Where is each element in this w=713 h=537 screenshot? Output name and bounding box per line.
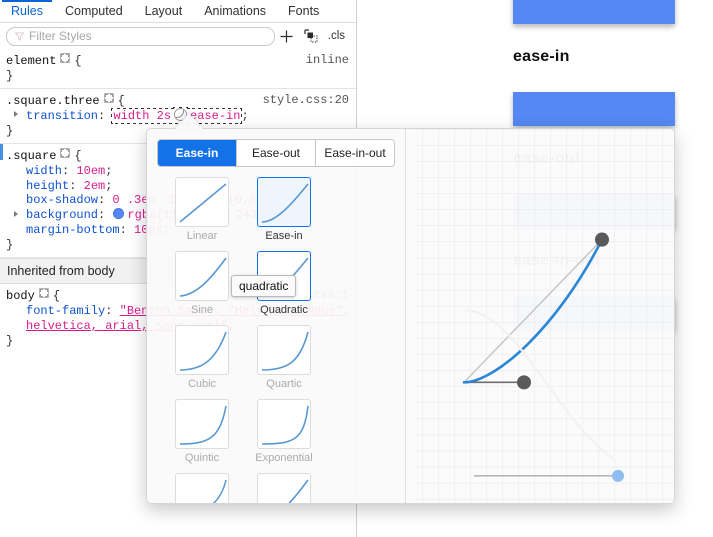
devtools-tab-layout[interactable]: Layout — [134, 0, 194, 22]
property-value[interactable]: 10em — [76, 164, 105, 178]
easing-segment-tabs: Ease-in Ease-out Ease-in-out — [157, 139, 395, 167]
cls-button[interactable]: .cls — [323, 30, 350, 42]
funnel-icon — [15, 31, 24, 41]
easing-preset-thumbnail — [175, 473, 229, 503]
devtools-tab-computed[interactable]: Computed — [54, 0, 134, 22]
easing-preset-thumbnail — [175, 251, 229, 301]
filter-styles-input[interactable]: Filter Styles — [6, 26, 275, 46]
easing-preset-linear[interactable]: Linear — [161, 177, 243, 242]
easing-preset-pane: Ease-in Ease-out Ease-in-out Linear Ease-in… — [147, 129, 405, 503]
color-swatch-icon[interactable] — [113, 208, 125, 220]
cubic-bezier-popup: Ease-in Ease-out Ease-in-out Linear Ease-in… — [146, 128, 675, 504]
bezier-curve-editor[interactable] — [405, 129, 674, 503]
bezier-control-point-2 — [595, 232, 609, 247]
easing-preset-circular[interactable]: Circular — [161, 473, 243, 503]
easing-preset-backward[interactable]: Backward — [243, 473, 325, 503]
filter-styles-placeholder: Filter Styles — [29, 29, 92, 43]
rule-active-marker — [0, 143, 3, 160]
devtools-tab-rules[interactable]: Rules — [0, 0, 54, 22]
rule-close-brace: } — [6, 68, 14, 83]
easing-preset-label: Cubic — [187, 378, 217, 390]
easing-preset-thumbnail — [257, 399, 311, 449]
property-name[interactable]: background — [26, 208, 98, 222]
css-rule-element: inline element{ } — [0, 49, 356, 89]
bezier-curve-canvas[interactable] — [406, 129, 674, 503]
easing-tooltip: quadratic — [231, 275, 297, 297]
property-name[interactable]: height — [26, 179, 69, 193]
easing-preset-thumbnail — [257, 177, 311, 227]
easing-preset-label: Quadratic — [260, 304, 308, 316]
easing-preset-label: Linear — [186, 230, 218, 242]
easing-segment-ease-out[interactable]: Ease-out — [237, 140, 316, 166]
easing-preset-thumbnail — [175, 325, 229, 375]
easing-preset-thumbnail — [175, 177, 229, 227]
property-name[interactable]: transition — [26, 109, 98, 123]
element-picker-icon[interactable] — [299, 25, 323, 47]
popup-pointer-arrow — [175, 113, 203, 129]
easing-preset-thumbnail — [257, 473, 311, 503]
easing-preset-grid: Linear Ease-in Sine Quadratic Cubic Quartic Qu… — [147, 177, 405, 503]
easing-preset-quartic[interactable]: Quartic — [243, 325, 325, 390]
easing-preset-label: Exponential — [255, 452, 313, 464]
property-name[interactable]: margin-bottom — [26, 223, 120, 237]
easing-preset-cubic[interactable]: Cubic — [161, 325, 243, 390]
devtools-tab-strip: Rules Computed Layout Animations Fonts — [0, 0, 356, 23]
easing-preset-label: Sine — [190, 304, 214, 316]
easing-preset-thumbnail — [175, 399, 229, 449]
selector-highlight-icon[interactable] — [60, 53, 71, 63]
transition-duration-value[interactable]: width 2s — [113, 109, 171, 123]
selector-highlight-icon[interactable] — [60, 147, 71, 158]
bezier-grid — [414, 129, 674, 503]
expand-caret-icon[interactable] — [14, 211, 18, 218]
easing-preset-label: Quartic — [266, 378, 302, 390]
easing-preset-label: Quintic — [184, 452, 220, 464]
devtools-tab-animations[interactable]: Animations — [193, 0, 277, 22]
timing-slider-thumb — [612, 469, 624, 482]
bezier-control-point-1 — [517, 375, 531, 390]
preview-bar — [513, 92, 675, 126]
easing-segment-ease-in-out[interactable]: Ease-in-out — [316, 140, 394, 166]
easing-preset-exponential[interactable]: Exponential — [243, 399, 325, 464]
devtools-tab-fonts[interactable]: Fonts — [277, 0, 330, 22]
rule-source-inline[interactable]: inline — [306, 53, 349, 68]
preview-bar — [513, 0, 675, 24]
selector-highlight-icon[interactable] — [103, 92, 114, 103]
property-name[interactable]: width — [26, 164, 62, 178]
easing-segment-ease-in[interactable]: Ease-in — [158, 140, 237, 166]
expand-caret-icon[interactable] — [14, 111, 18, 118]
easing-preset-ease-in[interactable]: Ease-in — [243, 177, 325, 242]
preview-label: ease-in — [513, 48, 570, 65]
easing-preset-label: Ease-in — [265, 230, 303, 242]
selector-highlight-icon[interactable] — [38, 288, 49, 299]
property-name[interactable]: box-shadow — [26, 193, 98, 207]
plus-icon[interactable] — [275, 25, 299, 47]
devtools-toolbar: Filter Styles .cls — [0, 23, 356, 50]
rule-selector[interactable]: element{ — [6, 53, 356, 69]
easing-preset-quintic[interactable]: Quintic — [161, 399, 243, 464]
property-name[interactable]: font-family — [26, 304, 105, 318]
rule-source-stylecss-20[interactable]: style.css:20 — [263, 93, 349, 108]
property-value[interactable]: 2em — [84, 179, 106, 193]
easing-preset-thumbnail — [257, 325, 311, 375]
